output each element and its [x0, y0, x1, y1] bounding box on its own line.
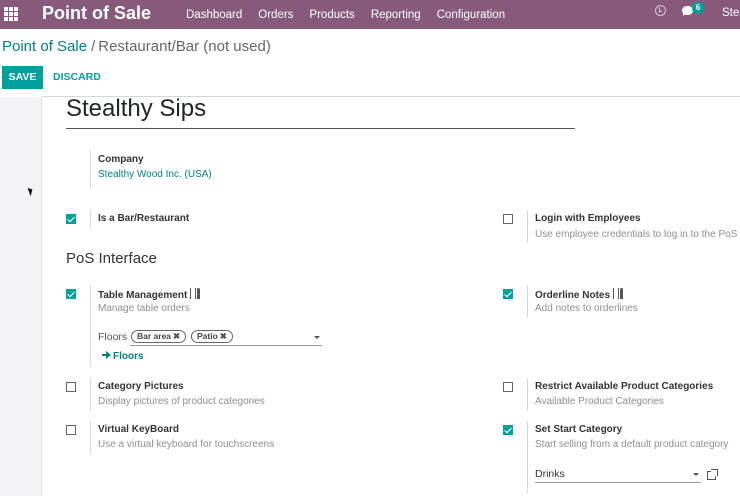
chevron-down-icon[interactable] — [314, 336, 320, 339]
breadcrumb: Point of Sale / Restaurant/Bar (not used) — [2, 38, 271, 55]
company-setting-bar — [90, 150, 91, 188]
menu-item-products[interactable]: Products — [309, 9, 354, 21]
restrict-categories-label: Restrict Available Product Categories — [535, 381, 714, 392]
table-management-label: Table Management — [98, 288, 201, 301]
menu-item-orders[interactable]: Orders — [258, 9, 293, 21]
virtual-keyboard-setting-bar — [90, 421, 91, 454]
start-category-label: Set Start Category — [535, 424, 623, 435]
user-menu[interactable]: Stea — [722, 7, 740, 19]
top-navbar: Point of Sale Dashboard Orders Products … — [0, 0, 740, 29]
login-employees-checkbox[interactable] — [503, 214, 513, 224]
apps-grid-icon[interactable] — [4, 7, 18, 21]
orderline-notes-desc: Add notes to orderlines — [535, 303, 638, 314]
app-name[interactable]: Point of Sale — [42, 2, 151, 24]
start-category-desc: Start selling from a default product cat… — [535, 439, 729, 450]
start-category-value: Drinks — [535, 468, 565, 480]
table-management-desc: Manage table orders — [98, 303, 190, 314]
category-pictures-checkbox[interactable] — [66, 382, 76, 392]
config-name-field[interactable]: Stealthy Sips — [66, 94, 575, 129]
category-pictures-setting-bar — [90, 378, 91, 411]
arrow-right-icon — [102, 351, 111, 359]
floor-tag-bar-area[interactable]: Bar area ✖ — [131, 330, 187, 343]
restaurant-icon — [190, 288, 201, 299]
login-employees-desc: Use employee credentials to log in to th… — [535, 229, 738, 240]
table-management-checkbox[interactable] — [66, 289, 76, 299]
start-category-checkbox[interactable] — [503, 425, 513, 435]
company-value[interactable]: Stealthy Wood Inc. (USA) — [98, 169, 212, 180]
category-pictures-label: Category Pictures — [98, 381, 184, 392]
breadcrumb-parent[interactable]: Point of Sale — [2, 38, 87, 55]
category-pictures-desc: Display pictures of product categories — [98, 396, 265, 407]
is-bar-setting-bar — [90, 210, 91, 229]
main-menu: Dashboard Orders Products Reporting Conf… — [186, 0, 521, 29]
clock-icon[interactable] — [655, 5, 666, 16]
floors-label: Floors — [98, 331, 128, 343]
breadcrumb-current: Restaurant/Bar (not used) — [98, 38, 271, 55]
login-employees-setting-bar — [527, 210, 528, 243]
login-employees-label: Login with Employees — [535, 213, 641, 224]
is-bar-label: Is a Bar/Restaurant — [98, 213, 190, 224]
sheet-edge — [41, 97, 42, 496]
restrict-categories-setting-bar — [527, 378, 528, 411]
breadcrumb-separator: / — [91, 38, 96, 55]
sheet-background — [0, 97, 42, 496]
restrict-categories-checkbox[interactable] — [503, 382, 513, 392]
chevron-down-icon[interactable] — [693, 473, 699, 476]
orderline-notes-setting-bar — [527, 285, 528, 318]
orderline-notes-checkbox[interactable] — [503, 289, 513, 299]
pos-interface-heading: PoS Interface — [66, 250, 157, 267]
menu-item-configuration[interactable]: Configuration — [437, 9, 505, 21]
start-category-select[interactable]: Drinks — [535, 466, 701, 483]
external-link-icon[interactable] — [707, 469, 718, 480]
menu-item-reporting[interactable]: Reporting — [371, 9, 421, 21]
remove-tag-icon[interactable]: ✖ — [220, 331, 227, 341]
floor-tag-patio[interactable]: Patio ✖ — [191, 330, 233, 343]
discard-button[interactable]: DISCARD — [53, 66, 101, 89]
virtual-keyboard-checkbox[interactable] — [66, 425, 76, 435]
menu-item-dashboard[interactable]: Dashboard — [186, 9, 242, 21]
restrict-categories-desc: Available Product Categories — [535, 396, 664, 407]
virtual-keyboard-desc: Use a virtual keyboard for touchscreens — [98, 439, 275, 450]
start-category-setting-bar — [527, 421, 528, 493]
floors-link-button[interactable]: Floors — [102, 351, 144, 362]
virtual-keyboard-label: Virtual KeyBoard — [98, 424, 179, 435]
chat-count-badge: 6 — [692, 2, 704, 14]
floors-many2many-field[interactable]: Bar area ✖ Patio ✖ — [130, 330, 322, 346]
orderline-notes-label: Orderline Notes — [535, 288, 624, 301]
is-bar-checkbox[interactable] — [66, 214, 76, 224]
save-button[interactable]: SAVE — [2, 66, 43, 89]
restaurant-icon — [613, 288, 624, 299]
company-label: Company — [98, 154, 144, 165]
table-management-setting-bar — [90, 285, 91, 367]
remove-tag-icon[interactable]: ✖ — [173, 331, 180, 341]
